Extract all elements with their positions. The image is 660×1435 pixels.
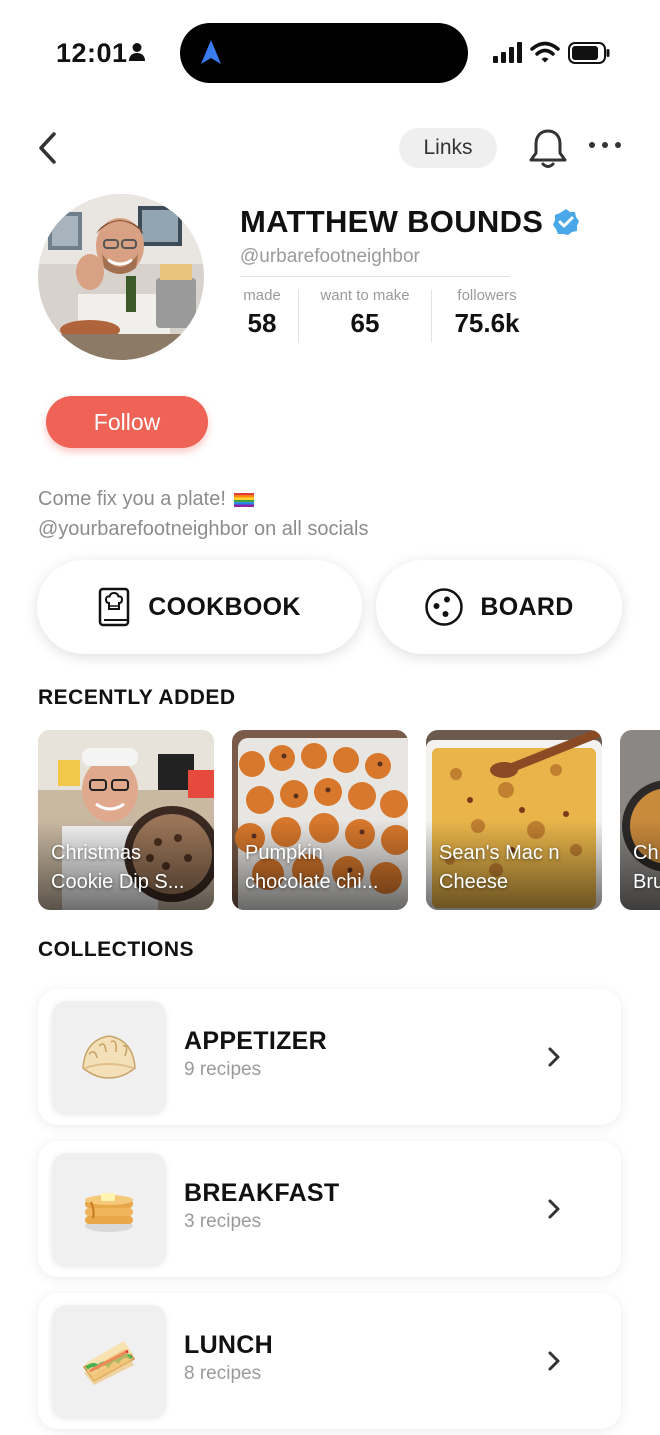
chevron-right-icon (548, 1351, 560, 1371)
board-icon (425, 588, 464, 626)
collection-breakfast[interactable]: BREAKFAST 3 recipes (38, 1141, 621, 1277)
stat-followers[interactable]: followers 75.6k (445, 287, 529, 339)
collection-lunch[interactable]: LUNCH 8 recipes (38, 1293, 621, 1429)
stat-label: made (243, 287, 281, 304)
recipe-title: Sean's Mac n Cheese (439, 839, 594, 897)
chevron-right-icon (548, 1047, 560, 1067)
bio-text: Come fix you a plate! (38, 488, 226, 510)
chevron-right-icon (548, 1199, 560, 1219)
stat-label: want to make (320, 287, 410, 304)
cookbook-label: COOKBOOK (148, 592, 301, 621)
dynamic-island (180, 23, 468, 83)
profile-handle: @urbarefootneighbor (240, 246, 420, 267)
recipe-card[interactable]: Pumpkin chocolate chi... (232, 730, 408, 910)
recipe-title-line: Pumpkin (245, 842, 323, 864)
collection-count: 3 recipes (184, 1211, 262, 1232)
status-time: 12:01 (56, 38, 128, 68)
collection-thumbnail (52, 1153, 166, 1265)
recipe-title-line: Christmas (51, 842, 142, 864)
rainbow-flag-icon (233, 492, 254, 507)
collection-title: APPETIZER (184, 1027, 327, 1055)
dumpling-icon (82, 1035, 136, 1079)
cookbook-button[interactable]: COOKBOOK (37, 560, 362, 654)
recipe-title-line: Cheese (439, 871, 508, 893)
collections-heading: COLLECTIONS (38, 938, 194, 961)
stat-made[interactable]: made 58 (240, 287, 284, 339)
collection-title: LUNCH (184, 1331, 273, 1359)
stat-want-to-make[interactable]: want to make 65 (312, 287, 418, 339)
navigation-arrow-icon (201, 40, 221, 64)
pancakes-icon (85, 1193, 133, 1232)
collection-title: BREAKFAST (184, 1179, 340, 1207)
recipe-card[interactable]: Sean's Mac n Cheese (426, 730, 602, 910)
wifi-icon (530, 41, 560, 63)
recipe-title-line: chocolate chi... (245, 871, 379, 893)
collection-count: 9 recipes (184, 1059, 262, 1080)
recipe-title-line: Sean's Mac n (439, 842, 560, 864)
cellular-signal-icon (493, 42, 522, 63)
recipe-title-line: Cookie Dip S... (51, 871, 185, 893)
board-label: BOARD (480, 592, 574, 621)
recipe-title: Pumpkin chocolate chi... (245, 839, 400, 897)
recipe-title-line: Bru (633, 871, 660, 893)
profile-name-row: MATTHEW BOUNDS (240, 204, 581, 240)
recipe-card[interactable]: Ch Bru (620, 730, 660, 910)
back-button[interactable] (32, 128, 64, 168)
stat-value: 58 (247, 308, 277, 338)
collection-count: 8 recipes (184, 1363, 262, 1384)
profile-name: MATTHEW BOUNDS (240, 204, 544, 239)
status-bar: 12:01 (0, 0, 660, 100)
verified-badge-icon (553, 209, 580, 235)
bio-line-1: Come fix you a plate! (38, 488, 254, 511)
board-button[interactable]: BOARD (376, 560, 622, 654)
bio-line-2: @yourbarefootneighbor on all socials (38, 518, 369, 540)
stat-value: 75.6k (454, 308, 520, 338)
bell-icon[interactable] (526, 126, 570, 170)
collection-appetizer[interactable]: APPETIZER 9 recipes (38, 989, 621, 1125)
profile-avatar[interactable] (38, 194, 204, 360)
recipe-title: Christmas Cookie Dip S... (51, 839, 206, 897)
recently-added-heading: RECENTLY ADDED (38, 686, 236, 709)
cookbook-icon (99, 587, 130, 627)
recipe-title-line: Ch (633, 842, 659, 864)
collection-thumbnail (52, 1001, 166, 1113)
follow-button[interactable]: Follow (46, 396, 208, 448)
links-button[interactable]: Links (399, 128, 497, 168)
stat-value: 65 (350, 308, 380, 338)
divider (298, 290, 299, 342)
battery-icon (568, 42, 610, 64)
stat-label: followers (457, 287, 517, 304)
sandwich-icon (82, 1341, 136, 1385)
divider (240, 276, 510, 277)
recipe-card[interactable]: Christmas Cookie Dip S... (38, 730, 214, 910)
divider (431, 290, 432, 342)
person-icon (129, 43, 145, 61)
recently-added-carousel[interactable]: Christmas Cookie Dip S... Pumpkin chocol… (38, 730, 660, 910)
collection-thumbnail (52, 1305, 166, 1417)
recipe-title: Ch Bru (633, 839, 660, 897)
more-options-icon[interactable] (586, 132, 624, 158)
